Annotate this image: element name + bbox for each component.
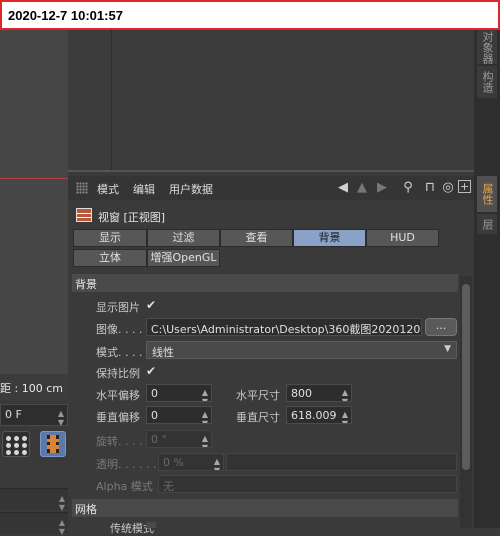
object-manager-panel — [68, 30, 474, 172]
stepper-arrows-icon[interactable]: ▲ ▼ — [214, 457, 220, 470]
chevron-down-icon: ▼ — [444, 344, 451, 354]
tab-enhanced-opengl[interactable]: 增强OpenGL — [147, 249, 220, 267]
alpha-mode-dropdown[interactable]: 无 — [158, 475, 457, 493]
tab-view[interactable]: 查看 — [220, 229, 293, 247]
alpha-mode-label: Alpha 模式 — [96, 480, 153, 493]
stepper-arrows-icon[interactable]: ▲ ▼ — [202, 434, 208, 447]
section-header-grid[interactable]: 网格 — [72, 499, 458, 517]
left-field-row[interactable]: ▲ ▼ — [0, 512, 68, 536]
transparency-field[interactable]: 0 % ▲ ▼ — [158, 453, 224, 471]
forward-arrow-icon[interactable]: ▶ — [374, 180, 390, 196]
film-strip-icon[interactable] — [40, 431, 66, 457]
h-offset-field[interactable]: 0 ▲ ▼ — [146, 384, 212, 402]
current-frame-field[interactable]: 0 F ▲ ▼ — [0, 404, 68, 427]
new-panel-icon[interactable]: + — [458, 180, 471, 193]
transparency-slider[interactable] — [226, 453, 457, 471]
viewport-axis-line — [0, 178, 68, 179]
section-header-background[interactable]: 背景 — [72, 274, 458, 292]
image-label: 图像. . . . — [96, 323, 143, 336]
stepper-arrows-icon[interactable]: ▲ ▼ — [202, 388, 208, 401]
tab-background[interactable]: 背景 — [293, 229, 366, 247]
lock-icon[interactable]: ⊓ — [422, 180, 438, 196]
panel-divider[interactable] — [68, 170, 474, 172]
section-title: 网格 — [75, 503, 97, 516]
panel-title: 视窗 [正视图] — [98, 211, 166, 224]
viewport-icon — [76, 208, 92, 222]
search-icon[interactable]: ⚲ — [400, 180, 416, 196]
tab-stereo[interactable]: 立体 — [73, 249, 147, 267]
v-size-field[interactable]: 618.009 ▲ ▼ — [286, 406, 352, 424]
grid-distance-readout: 距 : 100 cm — [0, 374, 68, 400]
viewport-canvas[interactable] — [0, 30, 68, 400]
transparency-label: 透明. . . . . . — [96, 458, 157, 471]
side-tab-attributes[interactable]: 属性 — [477, 176, 497, 212]
tab-hud[interactable]: HUD — [366, 229, 439, 247]
side-tab-structure[interactable]: 构造 — [477, 66, 497, 98]
v-size-label: 垂直尺寸 — [236, 411, 280, 424]
target-icon[interactable]: ◎ — [440, 180, 456, 196]
tab-display[interactable]: 显示 — [73, 229, 147, 247]
v-offset-label: 垂直偏移 — [96, 411, 140, 424]
back-arrow-icon[interactable]: ◀ — [332, 180, 354, 196]
keep-ratio-checkbox[interactable]: ✔ — [146, 364, 156, 378]
timestamp-bar: 2020-12-7 10:01:57 — [0, 0, 500, 30]
grid-mode-checkbox[interactable] — [146, 522, 156, 528]
keep-ratio-label: 保持比例 — [96, 367, 140, 380]
h-offset-label: 水平偏移 — [96, 389, 140, 402]
tab-filter[interactable]: 过滤 — [147, 229, 220, 247]
dots-grid-icon[interactable] — [2, 431, 30, 457]
h-size-label: 水平尺寸 — [236, 389, 280, 402]
stepper-arrows-icon[interactable]: ▲ ▼ — [202, 410, 208, 423]
show-image-checkbox[interactable]: ✔ — [146, 298, 156, 312]
mode-dropdown[interactable]: 线性 ▼ — [146, 341, 457, 359]
side-tab-strip — [474, 30, 500, 528]
side-tab-objects[interactable]: 对象器 — [477, 30, 497, 64]
browse-button[interactable]: ... — [425, 318, 457, 336]
show-image-label: 显示图片 — [96, 301, 140, 314]
side-tab-layers[interactable]: 层 — [477, 214, 497, 234]
grip-icon[interactable] — [76, 182, 88, 194]
scrollbar-thumb[interactable] — [462, 284, 470, 470]
up-arrow-icon[interactable]: ▲ — [354, 180, 370, 196]
section-title: 背景 — [75, 278, 97, 291]
current-frame-value: 0 F — [5, 408, 22, 421]
image-path-field[interactable]: C:\Users\Administrator\Desktop\360截图2020… — [146, 318, 422, 336]
h-size-field[interactable]: 800 ▲ ▼ — [286, 384, 352, 402]
menu-user-data[interactable]: 用户数据 — [169, 181, 213, 197]
mode-value: 线性 — [152, 346, 174, 359]
menu-edit[interactable]: 编辑 — [133, 181, 155, 197]
left-field-row[interactable]: ▲ ▼ — [0, 488, 68, 512]
rotate-label: 旋转. . . . . — [96, 435, 150, 448]
stepper-arrows-icon[interactable]: ▲ ▼ — [58, 409, 64, 427]
object-manager-column — [72, 30, 112, 170]
stepper-arrows-icon[interactable]: ▲ ▼ — [342, 388, 348, 401]
mode-label: 模式. . . . . — [96, 346, 150, 359]
menu-mode[interactable]: 模式 — [97, 181, 119, 197]
rotate-field[interactable]: 0 ° ▲ ▼ — [146, 430, 212, 448]
stepper-arrows-icon[interactable]: ▲ ▼ — [342, 410, 348, 423]
v-offset-field[interactable]: 0 ▲ ▼ — [146, 406, 212, 424]
timestamp-text: 2020-12-7 10:01:57 — [8, 8, 123, 23]
